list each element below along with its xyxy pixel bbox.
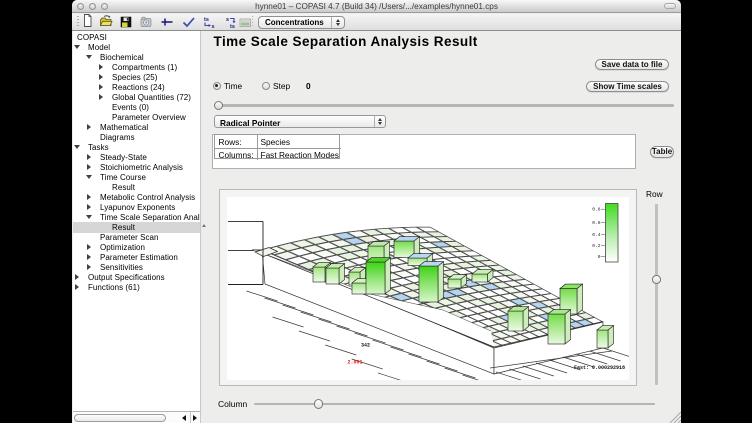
svg-text:Fast: 0.000292918: Fast: 0.000292918 — [574, 365, 625, 371]
svg-text:0.2: 0.2 — [592, 243, 601, 249]
svg-text:0.4: 0.4 — [592, 232, 601, 238]
svg-text:342: 342 — [361, 343, 370, 349]
svg-text:ts: ts — [204, 17, 209, 23]
svg-text:s: s — [226, 17, 229, 23]
svg-text:0: 0 — [598, 254, 601, 260]
svg-text:ts: ts — [230, 24, 235, 30]
svg-text:s: s — [212, 24, 215, 30]
svg-text:0.8: 0.8 — [592, 207, 601, 213]
svg-text:2.081: 2.081 — [348, 360, 363, 366]
svg-text:0.6: 0.6 — [592, 220, 601, 226]
